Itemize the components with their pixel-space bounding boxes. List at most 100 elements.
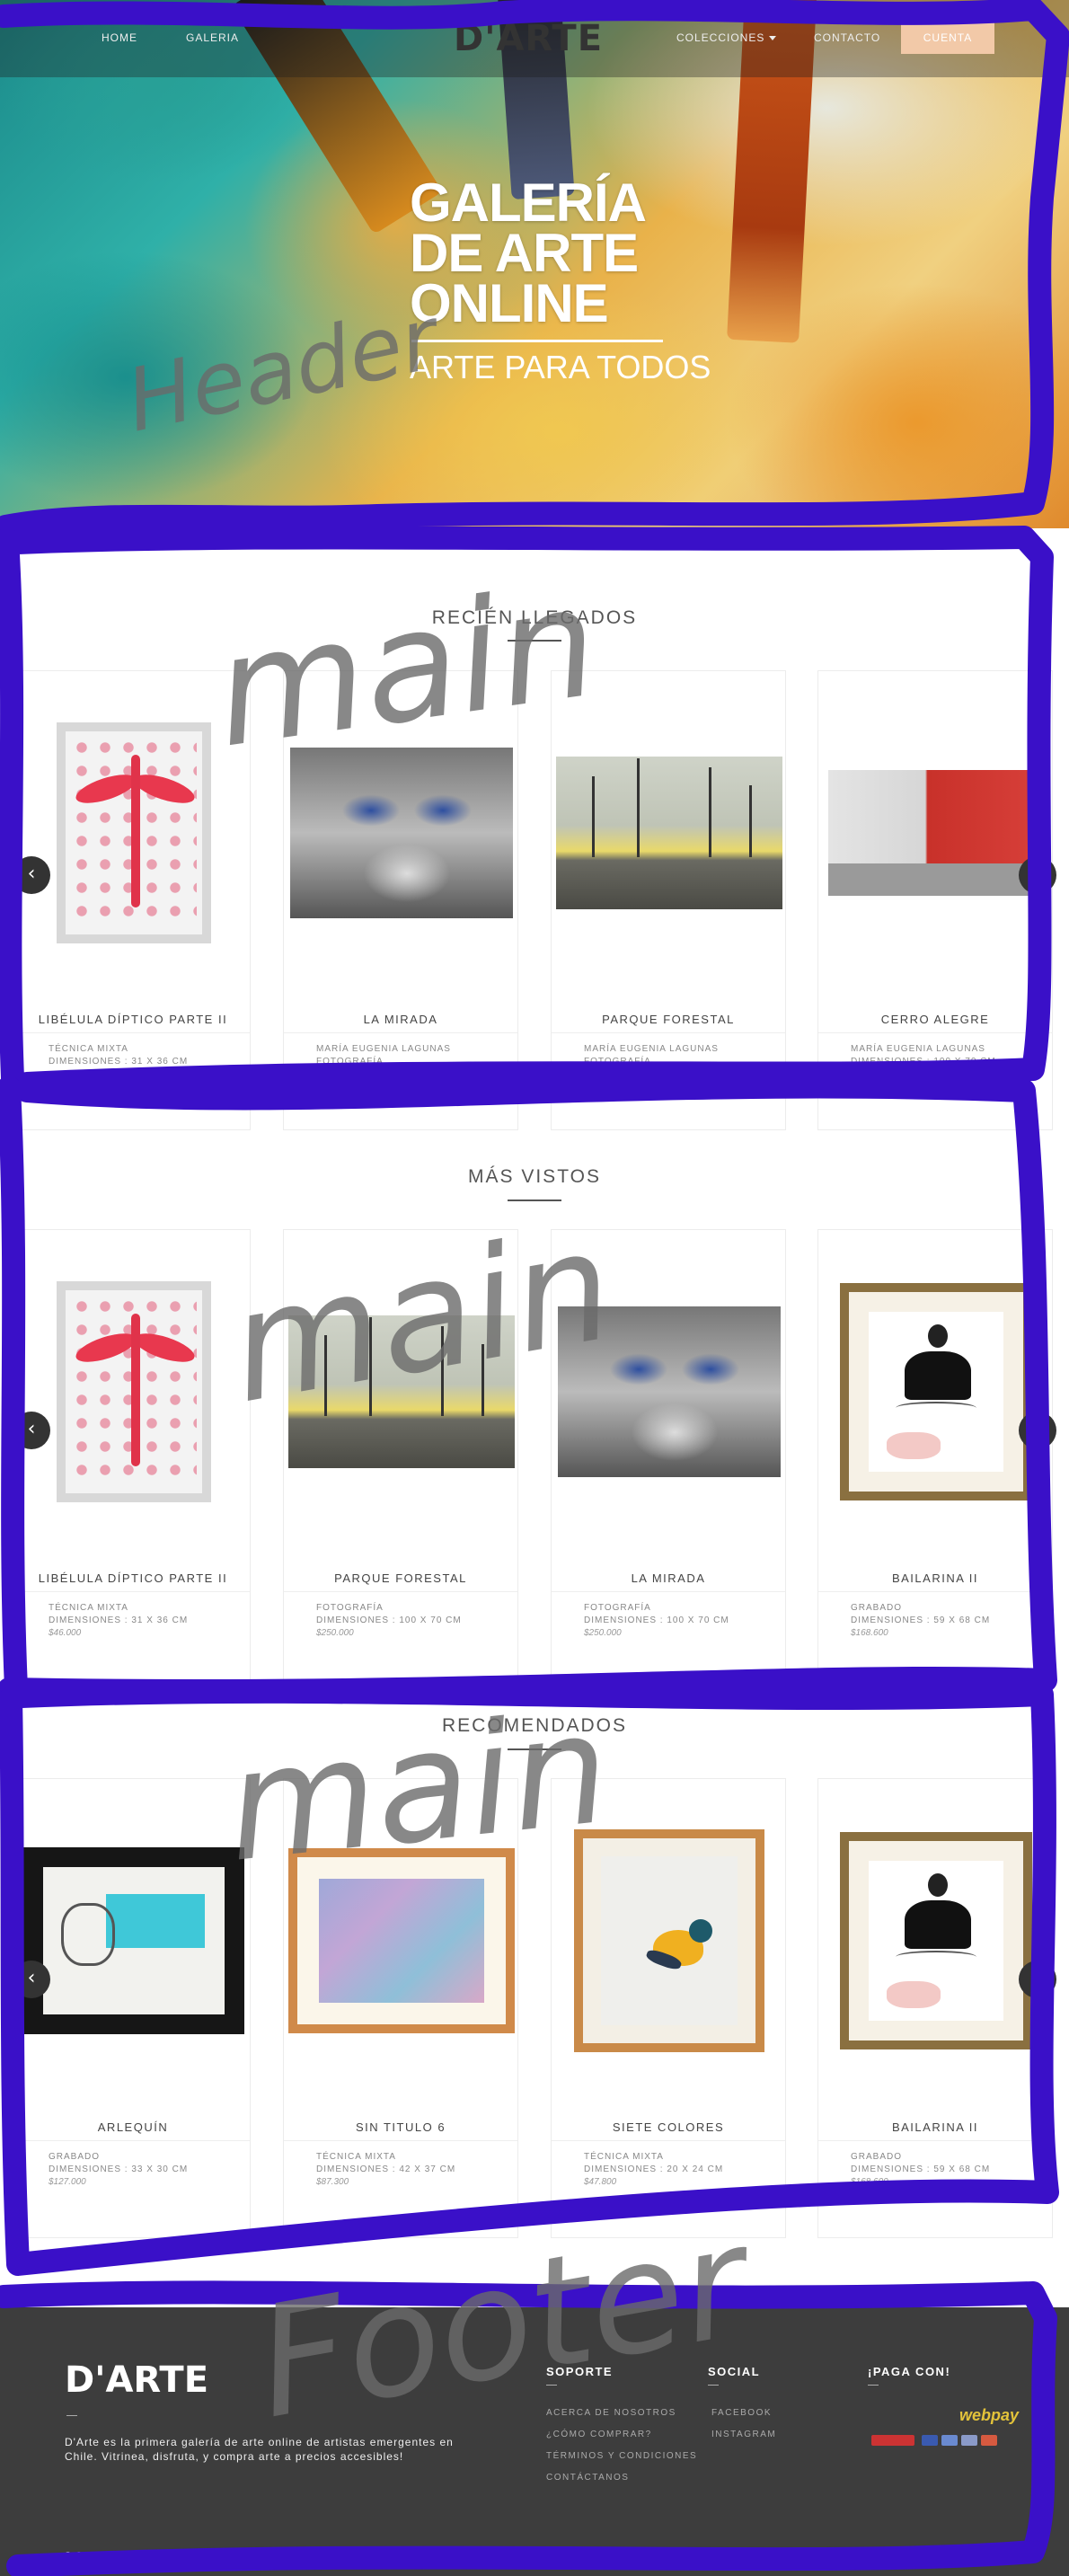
artwork-meta: GRABADO DIMENSIONES : 33 X 30 CM $127.00…	[49, 2151, 188, 2189]
artwork-image[interactable]	[552, 1829, 785, 2052]
artwork-price: $46.000	[49, 1628, 82, 1638]
artwork-image[interactable]	[818, 1283, 1052, 1500]
artwork-title[interactable]: BAILARINA II	[818, 1571, 1052, 1585]
artwork-title[interactable]: CERRO ALEGRE	[818, 1013, 1052, 1026]
mastercard-icon	[981, 2435, 997, 2446]
artwork-image[interactable]	[16, 722, 250, 943]
hero-subtitle: ARTE PARA TODOS	[410, 349, 711, 385]
artwork-artist: MARÍA EUGENIA LAGUNAS	[316, 1044, 451, 1054]
artwork-technique: GRABADO	[851, 2152, 903, 2162]
artwork-meta: MARÍA EUGENIA LAGUNAS DIMENSIONES : 100 …	[851, 1043, 996, 1081]
artwork-price: $47.800	[584, 2177, 617, 2187]
footer-link-how-to-buy[interactable]: ¿CÓMO COMPRAR?	[546, 2430, 652, 2439]
footer-link-facebook[interactable]: FACEBOOK	[711, 2408, 772, 2418]
artwork-card[interactable]: CERRO ALEGRE MARÍA EUGENIA LAGUNAS DIMEN…	[817, 670, 1053, 1130]
artwork-meta: TÉCNICA MIXTA DIMENSIONES : 31 X 36 CM $…	[49, 1602, 188, 1640]
carousel-prev-button[interactable]: ‹	[13, 1961, 50, 1998]
artwork-meta: TÉCNICA MIXTA DIMENSIONES : 20 X 24 CM $…	[584, 2151, 723, 2189]
artwork-technique: TÉCNICA MIXTA	[584, 2152, 664, 2162]
artwork-image[interactable]	[284, 725, 517, 941]
footer-logo[interactable]: D'ARTE	[65, 2359, 208, 2401]
artwork-image[interactable]	[16, 1833, 250, 2049]
artwork-meta: FOTOGRAFÍA DIMENSIONES : 100 X 70 CM $25…	[316, 1602, 462, 1640]
carousel-prev-button[interactable]: ‹	[13, 1412, 50, 1449]
artwork-technique: TÉCNICA MIXTA	[49, 1044, 128, 1054]
artwork-dimensions: DIMENSIONES : 100 X 70 CM	[316, 1616, 462, 1625]
artwork-dimensions: DIMENSIONES : 100 X 70 CM	[584, 1069, 729, 1079]
nav-collections[interactable]: COLECCIONES	[676, 31, 777, 44]
hero-title: GALERÍA DE ARTE ONLINE	[410, 173, 647, 331]
artwork-card[interactable]: LIBÉLULA DÍPTICO PARTE II TÉCNICA MIXTA …	[15, 1229, 251, 1689]
hero-banner: GALERÍA DE ARTE ONLINE ARTE PARA TODOS	[0, 0, 1069, 528]
hero-divider	[411, 340, 663, 342]
artwork-title[interactable]: BAILARINA II	[818, 2120, 1052, 2134]
artwork-title[interactable]: LIBÉLULA DÍPTICO PARTE II	[16, 1013, 250, 1026]
footer-description: D'Arte es la primera galería de arte onl…	[65, 2436, 454, 2463]
artwork-meta: TÉCNICA MIXTA DIMENSIONES : 31 X 36 CM	[49, 1043, 188, 1068]
section-divider	[508, 1199, 561, 1201]
artwork-dimensions: DIMENSIONES : 20 X 24 CM	[584, 2164, 724, 2174]
nav-home[interactable]: HOME	[102, 31, 137, 44]
artwork-technique: FOTOGRAFÍA	[584, 1603, 651, 1613]
artwork-card[interactable]: PARQUE FORESTAL MARÍA EUGENIA LAGUNAS FO…	[551, 670, 786, 1130]
artwork-meta: GRABADO DIMENSIONES : 59 X 68 CM $168.60…	[851, 1602, 990, 1640]
account-button[interactable]: CUENTA	[901, 22, 994, 54]
nav-gallery[interactable]: GALERIA	[186, 31, 239, 44]
artwork-image[interactable]	[818, 725, 1052, 941]
footer-link-about[interactable]: ACERCA DE NOSOTROS	[546, 2408, 676, 2418]
visa-card-icon	[961, 2435, 977, 2446]
section-title-recommended: RECOMENDADOS	[441, 1715, 628, 1736]
artwork-technique: FOTOGRAFÍA	[316, 1603, 384, 1613]
artwork-title[interactable]: LIBÉLULA DÍPTICO PARTE II	[16, 1571, 250, 1585]
redcompra-icon	[871, 2435, 914, 2446]
artwork-title[interactable]: PARQUE FORESTAL	[552, 1013, 785, 1026]
brand-logo[interactable]: D'ARTE	[454, 18, 603, 59]
carousel-prev-button[interactable]: ‹	[13, 856, 50, 894]
artwork-meta: GRABADO DIMENSIONES : 59 X 68 CM $168.60…	[851, 2151, 990, 2189]
artwork-card[interactable]: SIETE COLORES TÉCNICA MIXTA DIMENSIONES …	[551, 1778, 786, 2238]
artwork-card[interactable]: BAILARINA II GRABADO DIMENSIONES : 59 X …	[817, 1229, 1053, 1689]
artwork-title[interactable]: SIETE COLORES	[552, 2120, 785, 2134]
artwork-meta: FOTOGRAFÍA DIMENSIONES : 100 X 70 CM $25…	[584, 1602, 729, 1640]
artwork-technique: TÉCNICA MIXTA	[49, 1603, 128, 1613]
footer-support-title: SOPORTE	[546, 2365, 614, 2378]
artwork-title[interactable]: LA MIRADA	[284, 1013, 517, 1026]
artwork-title[interactable]: PARQUE FORESTAL	[284, 1571, 517, 1585]
artwork-technique: GRABADO	[851, 1603, 903, 1613]
footer-link-contact[interactable]: CONTÁCTANOS	[546, 2473, 629, 2483]
artwork-title[interactable]: LA MIRADA	[552, 1571, 785, 1585]
artwork-image[interactable]	[818, 1832, 1052, 2049]
artwork-card[interactable]: BAILARINA II GRABADO DIMENSIONES : 59 X …	[817, 1778, 1053, 2238]
artwork-title[interactable]: SIN TITULO 6	[284, 2120, 517, 2134]
artwork-price: $250.000	[316, 1628, 354, 1638]
footer-divider	[868, 2385, 879, 2386]
artwork-image[interactable]	[16, 1281, 250, 1502]
artwork-card[interactable]: LA MIRADA MARÍA EUGENIA LAGUNAS FOTOGRAF…	[283, 670, 518, 1130]
artwork-technique: FOTOGRAFÍA	[316, 1057, 384, 1067]
artwork-dimensions: DIMENSIONES : 100 X 70 CM	[851, 1057, 996, 1067]
carousel-next-button[interactable]: ›	[1019, 1412, 1056, 1449]
footer-copyright: © 2022 COPYRIGHT D'ARTE.	[65, 2551, 220, 2561]
artwork-image[interactable]	[284, 1284, 517, 1500]
footer-link-instagram[interactable]: INSTAGRAM	[711, 2430, 776, 2439]
footer-divider	[66, 2415, 77, 2416]
artwork-title[interactable]: ARLEQUÍN	[16, 2120, 250, 2134]
artwork-card[interactable]: LIBÉLULA DÍPTICO PARTE II TÉCNICA MIXTA …	[15, 670, 251, 1130]
site-footer: D'ARTE D'Arte es la primera galería de a…	[0, 2307, 1069, 2576]
hero-title-line1: GALERÍA	[410, 173, 647, 233]
top-navbar: HOME GALERIA D'ARTE COLECCIONES CONTACTO…	[0, 0, 1069, 77]
artwork-dimensions: DIMENSIONES : 59 X 68 CM	[851, 1616, 991, 1625]
carousel-next-button[interactable]: ›	[1019, 1961, 1056, 1998]
artwork-card[interactable]: PARQUE FORESTAL FOTOGRAFÍA DIMENSIONES :…	[283, 1229, 518, 1689]
artwork-card[interactable]: SIN TITULO 6 TÉCNICA MIXTA DIMENSIONES :…	[283, 1778, 518, 2238]
artwork-image[interactable]	[552, 725, 785, 941]
artwork-price: $250.000	[851, 1069, 888, 1079]
artwork-dimensions: DIMENSIONES : 59 X 68 CM	[851, 2164, 991, 2174]
carousel-next-button[interactable]: ›	[1019, 856, 1056, 894]
artwork-card[interactable]: ARLEQUÍN GRABADO DIMENSIONES : 33 X 30 C…	[15, 1778, 251, 2238]
footer-link-terms[interactable]: TÉRMINOS Y CONDICIONES	[546, 2451, 697, 2461]
artwork-image[interactable]	[552, 1284, 785, 1500]
artwork-card[interactable]: LA MIRADA FOTOGRAFÍA DIMENSIONES : 100 X…	[551, 1229, 786, 1689]
artwork-image[interactable]	[284, 1833, 517, 2049]
nav-contact[interactable]: CONTACTO	[814, 31, 880, 44]
